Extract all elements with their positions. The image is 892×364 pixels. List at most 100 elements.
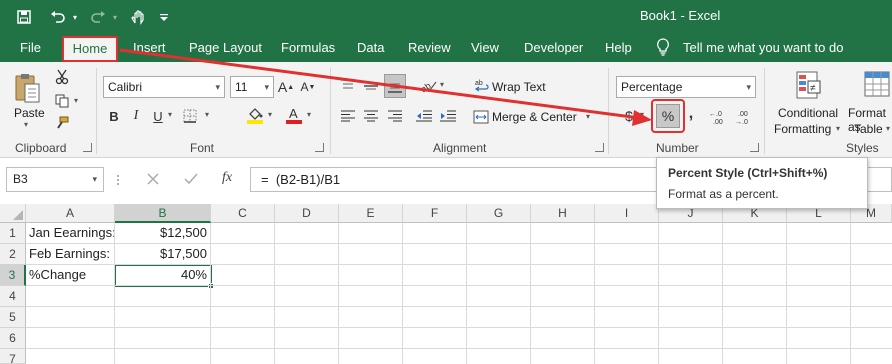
formula-bar-grip-icon[interactable] — [116, 170, 120, 190]
currency-dropdown-icon[interactable]: ▾ — [640, 110, 644, 119]
enter-check-icon[interactable] — [184, 172, 200, 188]
row-header-1[interactable]: 1 — [0, 223, 26, 244]
font-name-select[interactable]: Calibri ▾ — [103, 76, 225, 98]
align-center-icon[interactable] — [361, 106, 381, 126]
row-header-4[interactable]: 4 — [0, 286, 26, 307]
redo-icon[interactable] — [88, 7, 108, 27]
format-table-dropdown-icon[interactable]: ▾ — [886, 124, 890, 133]
copy-dropdown-icon[interactable]: ▾ — [74, 96, 78, 105]
column-header-b[interactable]: B — [115, 204, 211, 223]
undo-icon[interactable] — [48, 7, 68, 27]
align-top-icon[interactable] — [338, 76, 358, 96]
align-bottom-icon[interactable] — [384, 74, 406, 98]
font-color-icon[interactable]: A — [283, 104, 305, 126]
conditional-formatting-icon[interactable]: ≠ — [794, 70, 824, 100]
tab-data[interactable]: Data — [357, 40, 384, 55]
currency-button[interactable]: $ — [620, 106, 638, 126]
bold-button[interactable]: B — [106, 106, 122, 126]
column-header-a[interactable]: A — [26, 204, 115, 223]
alignment-launcher-icon[interactable] — [595, 143, 604, 152]
column-header-c[interactable]: C — [211, 204, 275, 223]
merge-dropdown-icon[interactable]: ▾ — [586, 112, 590, 121]
column-header-h[interactable]: H — [531, 204, 595, 223]
cell-b2[interactable]: $17,500 — [115, 244, 211, 265]
decrease-decimal-icon[interactable]: .00 →.0 — [734, 108, 758, 126]
column-header-e[interactable]: E — [339, 204, 403, 223]
column-header-f[interactable]: F — [403, 204, 467, 223]
row-header-6[interactable]: 6 — [0, 328, 26, 349]
cut-icon[interactable] — [52, 68, 72, 86]
font-size-select[interactable]: 11 ▾ — [230, 76, 274, 98]
number-launcher-icon[interactable] — [750, 143, 759, 152]
clipboard-launcher-icon[interactable] — [83, 143, 92, 152]
merge-center-icon[interactable] — [472, 108, 490, 126]
paste-button[interactable]: Paste — [14, 106, 45, 120]
row-header-7[interactable]: 7 — [0, 349, 26, 364]
conditional-dropdown-icon[interactable]: ▾ — [836, 124, 840, 133]
cell-a3[interactable]: %Change — [26, 265, 115, 286]
orientation-dropdown-icon[interactable]: ▾ — [440, 80, 444, 89]
align-left-icon[interactable] — [338, 106, 358, 126]
select-all-corner[interactable] — [0, 204, 26, 223]
tab-page-layout[interactable]: Page Layout — [189, 40, 262, 55]
tab-developer[interactable]: Developer — [524, 40, 583, 55]
percent-button-highlight[interactable]: % — [651, 99, 685, 133]
paste-dropdown-icon[interactable]: ▾ — [24, 120, 28, 129]
tab-view[interactable]: View — [471, 40, 499, 55]
tab-home[interactable]: Home — [62, 36, 118, 62]
align-right-icon[interactable] — [385, 106, 405, 126]
wrap-text-icon[interactable]: ab — [474, 76, 490, 96]
row-header-5[interactable]: 5 — [0, 307, 26, 328]
cancel-icon[interactable] — [146, 172, 162, 188]
save-icon[interactable] — [14, 7, 34, 27]
comma-style-button[interactable]: , — [686, 104, 696, 124]
cell-b1[interactable]: $12,500 — [115, 223, 211, 244]
tab-review[interactable]: Review — [408, 40, 451, 55]
paste-icon[interactable] — [12, 70, 44, 106]
font-color-dropdown-icon[interactable]: ▾ — [307, 110, 311, 119]
decrease-indent-icon[interactable] — [414, 106, 434, 126]
conditional-formatting-label-2[interactable]: Formatting — [774, 122, 831, 136]
fill-handle[interactable] — [208, 283, 214, 289]
tell-me-search[interactable]: Tell me what you want to do — [683, 40, 843, 55]
customize-toolbar-icon[interactable] — [158, 7, 170, 27]
align-middle-icon[interactable] — [361, 76, 381, 96]
format-painter-icon[interactable] — [52, 114, 72, 132]
name-box[interactable]: B3 ▾ — [6, 167, 104, 192]
percent-style-button[interactable]: % — [656, 104, 680, 128]
font-launcher-icon[interactable] — [315, 143, 324, 152]
orientation-icon[interactable]: ab — [416, 74, 440, 96]
fill-color-dropdown-icon[interactable]: ▾ — [268, 110, 272, 119]
lightbulb-icon[interactable] — [656, 38, 670, 56]
format-as-table-icon[interactable] — [862, 70, 892, 100]
merge-center-button[interactable]: Merge & Center — [492, 110, 577, 124]
italic-button[interactable]: I — [128, 106, 144, 126]
cell-a2[interactable]: Feb Earnings: — [26, 244, 115, 265]
tab-formulas[interactable]: Formulas — [281, 40, 335, 55]
increase-indent-icon[interactable] — [438, 106, 458, 126]
copy-icon[interactable] — [52, 92, 72, 110]
insert-function-button[interactable]: fx — [222, 170, 232, 186]
column-header-d[interactable]: D — [275, 204, 339, 223]
number-format-select[interactable]: Percentage ▾ — [616, 76, 756, 98]
row-header-3[interactable]: 3 — [0, 265, 26, 286]
touch-mode-icon[interactable] — [128, 7, 148, 27]
column-header-g[interactable]: G — [467, 204, 531, 223]
conditional-formatting-label-1[interactable]: Conditional — [778, 106, 838, 120]
cell-a1[interactable]: Jan Eearnings: — [26, 223, 116, 244]
format-as-table-label-2[interactable]: Table — [854, 122, 883, 136]
column-header-i[interactable]: I — [595, 204, 659, 223]
borders-dropdown-icon[interactable]: ▾ — [205, 110, 209, 119]
borders-icon[interactable] — [180, 106, 200, 126]
underline-dropdown-icon[interactable]: ▾ — [168, 110, 172, 119]
wrap-text-button[interactable]: Wrap Text — [492, 80, 546, 94]
tab-help[interactable]: Help — [605, 40, 632, 55]
decrease-font-icon[interactable]: A ▼ — [298, 77, 318, 97]
row-header-2[interactable]: 2 — [0, 244, 26, 265]
redo-dropdown-icon[interactable]: ▾ — [110, 7, 120, 27]
tab-file[interactable]: File — [20, 40, 41, 55]
tab-insert[interactable]: Insert — [133, 40, 166, 55]
increase-decimal-icon[interactable]: ←.0.00 — [708, 108, 732, 126]
fill-color-icon[interactable] — [244, 104, 266, 126]
underline-button[interactable]: U — [150, 106, 166, 126]
